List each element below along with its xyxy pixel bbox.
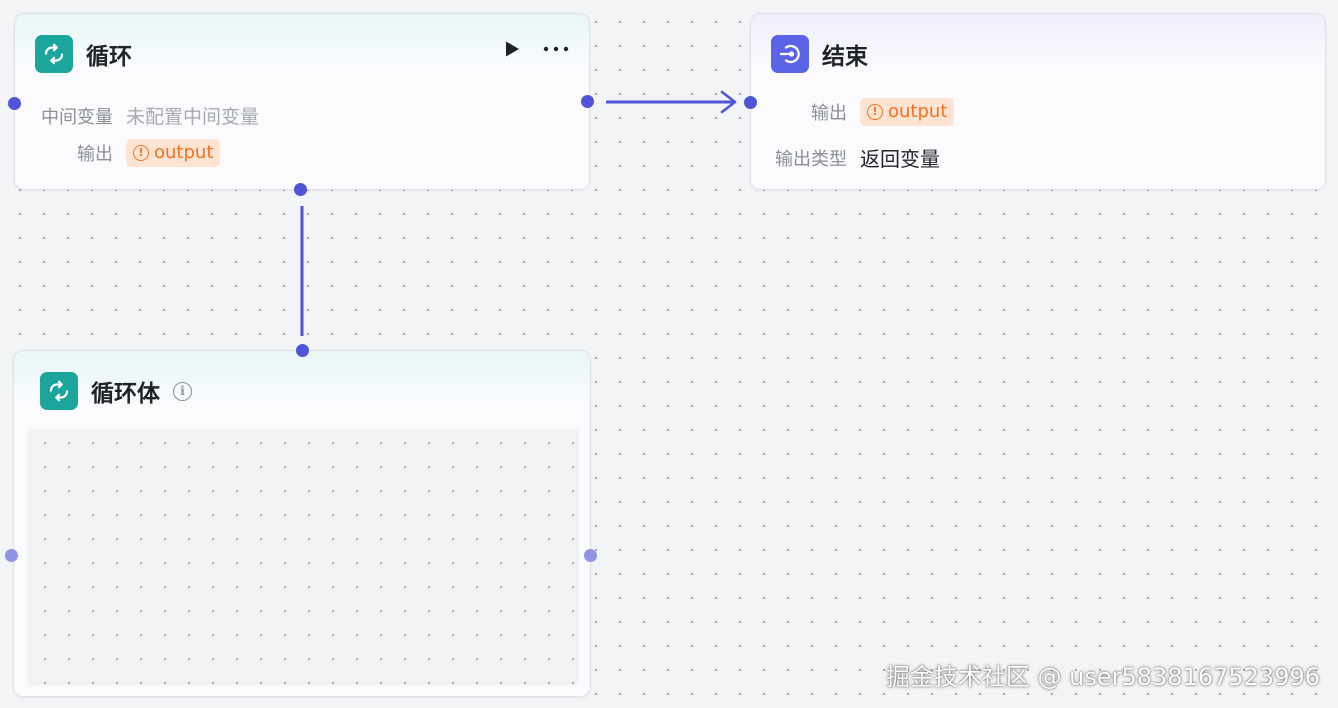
edge-arrowhead xyxy=(720,90,737,114)
output-type-label: 输出类型 xyxy=(775,148,847,170)
watermark: 掘金技术社区 @ user5838167523996 xyxy=(885,663,1320,691)
intermediate-variable-value: 未配置中间变量 xyxy=(126,106,260,128)
run-button[interactable] xyxy=(503,40,521,58)
end-node-header: 结束 xyxy=(771,35,868,73)
more-button[interactable] xyxy=(543,45,569,53)
loop-body-top-handle[interactable] xyxy=(296,344,309,357)
end-output-label: 输出 xyxy=(811,103,847,124)
output-type-value: 返回变量 xyxy=(860,147,940,171)
loop-body-left-handle[interactable] xyxy=(5,549,18,562)
loop-body-title: 循环体 xyxy=(91,381,160,407)
loop-node-title: 循环 xyxy=(86,44,132,70)
end-output-value: output xyxy=(888,101,948,122)
end-node[interactable]: 结束 输出 ! output 输出类型 返回变量 xyxy=(750,13,1326,190)
loop-node[interactable]: 循环 中间变量 未配置中间变量 输出 ! output xyxy=(14,13,590,190)
end-output-badge[interactable]: ! output xyxy=(860,98,955,126)
loop-output-badge[interactable]: ! output xyxy=(126,139,221,167)
more-horizontal-icon xyxy=(543,46,569,52)
output-type-row: 输出类型 返回变量 xyxy=(771,143,940,172)
info-icon[interactable]: i xyxy=(173,381,192,401)
end-icon xyxy=(771,35,809,73)
loop-body-canvas[interactable] xyxy=(27,429,579,685)
loop-body-header: 循环体 i xyxy=(40,372,192,410)
loop-output-row: 输出 ! output xyxy=(35,139,221,167)
play-icon xyxy=(506,41,519,57)
loop-output-label: 输出 xyxy=(77,144,113,165)
intermediate-variable-label: 中间变量 xyxy=(41,106,113,128)
end-output-row: 输出 ! output xyxy=(771,98,955,126)
loop-node-actions xyxy=(503,40,569,58)
loop-node-body-handle[interactable] xyxy=(294,183,307,196)
loop-node-input-handle[interactable] xyxy=(8,97,21,110)
warning-circle-icon: ! xyxy=(867,103,883,120)
loop-output-value: output xyxy=(154,142,214,163)
end-node-title: 结束 xyxy=(822,44,868,70)
loop-node-header: 循环 xyxy=(35,35,132,73)
loop-body-node[interactable]: 循环体 i xyxy=(13,350,591,697)
warning-circle-icon: ! xyxy=(133,144,149,161)
loop-node-output-handle[interactable] xyxy=(581,95,594,108)
end-node-input-handle[interactable] xyxy=(744,96,757,109)
intermediate-variable-row: 中间变量 未配置中间变量 xyxy=(35,102,259,129)
loop-body-right-handle[interactable] xyxy=(584,549,597,562)
loop-icon xyxy=(35,35,73,73)
loop-icon xyxy=(40,372,78,410)
